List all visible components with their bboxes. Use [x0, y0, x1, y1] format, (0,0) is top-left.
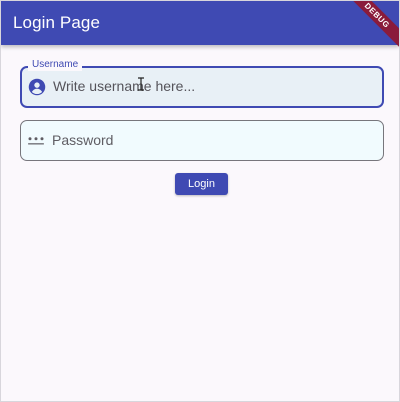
password-field[interactable]: Password [20, 120, 384, 161]
username-field[interactable]: Write username here... [20, 66, 384, 108]
password-dots-icon [28, 137, 44, 145]
password-placeholder: Password [52, 132, 114, 148]
app-window: Login Page DEBUG Write username here... … [0, 0, 400, 402]
app-bar: Login Page DEBUG [1, 1, 399, 52]
username-label: Username [28, 59, 83, 71]
text-cursor-icon [138, 77, 144, 91]
debug-banner: DEBUG [341, 1, 399, 52]
page-title: Login Page [13, 13, 101, 32]
username-placeholder: Write username here... [53, 78, 196, 94]
account-circle-icon [28, 78, 46, 96]
login-button[interactable]: Login [175, 173, 228, 195]
